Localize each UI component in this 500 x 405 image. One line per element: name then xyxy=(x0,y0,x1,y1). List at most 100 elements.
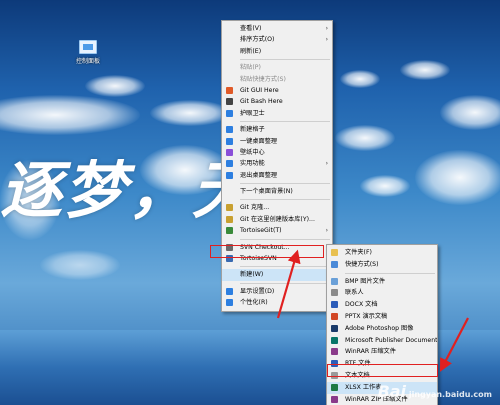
tortoisegit-icon xyxy=(226,227,233,235)
menu-item-label: Git GUI Here xyxy=(240,86,279,94)
menu-item-w-25[interactable]: 新建(W)› xyxy=(222,269,332,281)
git-create-repo-icon xyxy=(226,215,233,223)
menu-separator xyxy=(345,272,435,274)
pptx-file-icon xyxy=(331,312,338,320)
publisher-file-icon xyxy=(331,336,338,344)
wallpaper-icon xyxy=(226,148,233,156)
git-gui-icon xyxy=(226,86,233,94)
menu-item-e-2[interactable]: 刷新(E) xyxy=(222,46,332,57)
menu-item-label: 新建(W) xyxy=(240,271,264,279)
menu-item-label: 个性化(R) xyxy=(240,299,268,307)
menu-item-p-4[interactable]: 粘贴(P) xyxy=(222,62,332,73)
menu-item-label: BMP 图片文件 xyxy=(345,277,386,285)
menu-separator xyxy=(240,59,330,61)
menu-item-label: Adobe Photoshop 图像 xyxy=(345,324,414,332)
menu-item-label: Git Bash Here xyxy=(240,98,283,106)
new-item-pptx-file-6[interactable]: PPTX 演示文稿 xyxy=(327,311,437,323)
menu-item-o-1[interactable]: 排序方式(O) › xyxy=(222,34,332,45)
menu-item-label: 护眼卫士 xyxy=(240,109,265,117)
new-item-rar-file-9[interactable]: WinRAR 压缩文件 xyxy=(327,346,437,358)
menu-separator xyxy=(240,238,330,240)
menu-item-git-create-repo-19[interactable]: Git 在这里创建版本库(Y)... xyxy=(222,214,332,225)
control-panel-icon xyxy=(79,40,97,54)
desktop-icon-control-panel[interactable]: 控制面板 xyxy=(70,40,106,65)
menu-item-label: 显示设置(D) xyxy=(240,287,275,295)
new-item-shortcut-1[interactable]: 快捷方式(S) xyxy=(327,259,437,271)
menu-item-label: 刷新(E) xyxy=(240,47,262,55)
menu-separator xyxy=(240,266,330,268)
shortcut-icon xyxy=(331,260,338,268)
bmp-file-icon xyxy=(331,277,338,285)
chevron-right-icon: › xyxy=(325,160,328,168)
docx-file-icon xyxy=(331,301,338,309)
new-item-folder-0[interactable]: 文件夹(F) xyxy=(327,247,437,259)
new-item-psd-file-7[interactable]: Adobe Photoshop 图像 xyxy=(327,323,437,335)
new-item-docx-file-5[interactable]: DOCX 文档 xyxy=(327,299,437,311)
menu-item-label: 一键桌面整理 xyxy=(240,137,278,145)
menu-item-exit-14[interactable]: 退出桌面整理 xyxy=(222,170,332,181)
desktop-icon-label: 控制面板 xyxy=(75,58,100,65)
menu-item-n-16[interactable]: 下一个桌面背景(N) xyxy=(222,186,332,197)
menu-item-label: Git 在这里创建版本库(Y)... xyxy=(240,215,315,223)
git-clone-icon xyxy=(226,204,233,212)
menu-item-label: 查看(V) xyxy=(240,25,262,32)
menu-item-desktop-organize-11[interactable]: 一键桌面整理 xyxy=(222,136,332,147)
chevron-right-icon: › xyxy=(325,227,328,235)
highlight-box-new xyxy=(210,245,324,258)
new-submenu: 文件夹(F) 快捷方式(S) BMP 图片文件 联系人 DOCX 文档 PPTX 演示文稿… xyxy=(326,244,438,405)
menu-item-label: 粘贴快捷方式(S) xyxy=(240,75,286,83)
display-icon xyxy=(226,287,233,295)
menu-item-eye-guard-8[interactable]: 护眼卫士 xyxy=(222,108,332,119)
menu-item-label: Microsoft Publisher Document xyxy=(345,336,437,344)
menu-item-tools-13[interactable]: 实用功能 › xyxy=(222,158,332,169)
menu-item-label: TortoiseGit(T) xyxy=(240,227,282,235)
menu-item-grid-10[interactable]: 新建格子 xyxy=(222,124,332,135)
new-item-publisher-file-8[interactable]: Microsoft Publisher Document xyxy=(327,335,437,347)
menu-separator xyxy=(240,121,330,123)
chevron-right-icon: › xyxy=(325,36,328,44)
psd-file-icon xyxy=(331,324,338,332)
grid-icon xyxy=(226,126,233,134)
menu-item-label: 快捷方式(S) xyxy=(345,260,379,268)
watermark-text: jingyan.baidu.com xyxy=(408,390,492,399)
rar-file-icon xyxy=(331,348,338,356)
menu-item-label: WinRAR 压缩文件 xyxy=(345,348,396,356)
menu-item-v-0[interactable]: 查看(V) › xyxy=(222,23,332,34)
tools-icon xyxy=(226,160,233,168)
menu-item-label: XLSX 工作表 xyxy=(345,383,382,391)
menu-item-tortoisegit-20[interactable]: TortoiseGit(T) › xyxy=(222,225,332,236)
menu-item-label: 退出桌面整理 xyxy=(240,171,278,179)
zip-file-icon xyxy=(331,395,338,403)
menu-item-label: 排序方式(O) xyxy=(240,36,275,44)
chevron-right-icon: › xyxy=(325,25,328,32)
menu-separator xyxy=(240,282,330,284)
watermark: Bai jingyan.baidu.com xyxy=(378,382,492,401)
menu-item-label: 联系人 xyxy=(345,289,364,297)
git-bash-icon xyxy=(226,98,233,106)
xlsx-file-icon xyxy=(331,383,338,391)
desktop-context-menu: 查看(V) › 排序方式(O) › 刷新(E) 粘贴(P) 粘贴快捷方式(S) Git GUI… xyxy=(221,20,333,312)
folder-icon xyxy=(331,249,338,256)
personalize-icon xyxy=(226,299,233,307)
menu-item-label: 下一个桌面背景(N) xyxy=(240,188,293,196)
menu-item-wallpaper-12[interactable]: 壁纸中心 xyxy=(222,147,332,158)
menu-item-label: DOCX 文档 xyxy=(345,301,378,309)
menu-item-label: 壁纸中心 xyxy=(240,148,265,156)
menu-item-display-27[interactable]: 显示设置(D) xyxy=(222,286,332,297)
menu-item-label: 文件夹(F) xyxy=(345,249,372,256)
menu-separator xyxy=(240,199,330,201)
menu-item-label: 实用功能 xyxy=(240,160,265,168)
desktop-organize-icon xyxy=(226,137,233,145)
menu-separator xyxy=(240,183,330,185)
menu-item-s-5[interactable]: 粘贴快捷方式(S) xyxy=(222,74,332,85)
menu-item-label: PPTX 演示文稿 xyxy=(345,312,388,320)
new-item-bmp-file-3[interactable]: BMP 图片文件 xyxy=(327,276,437,288)
menu-item-personalize-28[interactable]: 个性化(R) xyxy=(222,297,332,308)
menu-item-label: Git 克隆... xyxy=(240,204,270,212)
new-item-contact-4[interactable]: 联系人 xyxy=(327,287,437,299)
menu-item-git-clone-18[interactable]: Git 克隆... xyxy=(222,202,332,213)
watermark-brand: Bai xyxy=(377,382,407,401)
menu-item-git-bash-7[interactable]: Git Bash Here xyxy=(222,96,332,107)
highlight-box-xlsx xyxy=(327,364,438,377)
menu-item-git-gui-6[interactable]: Git GUI Here xyxy=(222,85,332,96)
